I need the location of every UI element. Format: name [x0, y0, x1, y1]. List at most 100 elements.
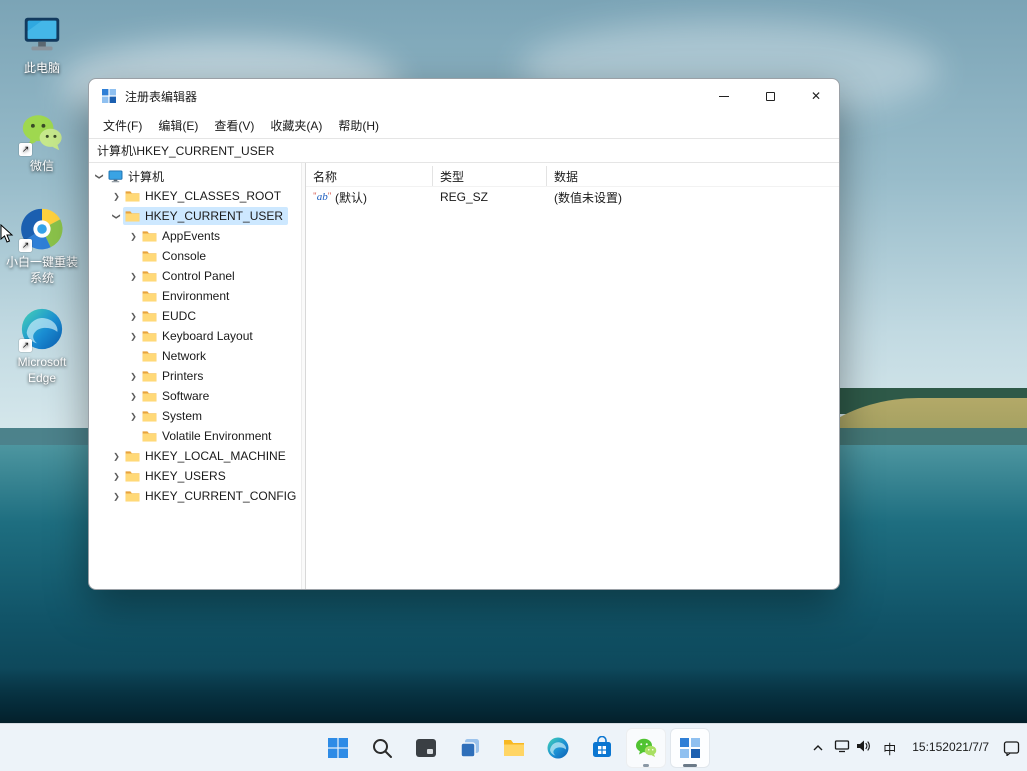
tree-label-group: HKEY_LOCAL_MACHINE: [123, 447, 291, 465]
desktop-icon-this-pc[interactable]: 此电脑: [3, 12, 81, 77]
tray-status-icons[interactable]: [829, 728, 876, 768]
tree-label-group: Printers: [140, 367, 208, 385]
registry-editor-window: 注册表编辑器 ✕ 文件(F)编辑(E)查看(V)收藏夹(A)帮助(H) 计算机\…: [88, 78, 840, 590]
value-name-cell: "ab"(默认): [306, 189, 433, 206]
tree-item-control-panel[interactable]: ❯Control Panel: [89, 266, 301, 286]
tree-label-group: Console: [140, 247, 211, 265]
tree-label-group: Environment: [140, 287, 234, 305]
expander-chevron-icon[interactable]: ❯: [110, 452, 123, 461]
menu-item-2[interactable]: 查看(V): [206, 114, 262, 137]
edge-button[interactable]: [538, 728, 578, 768]
column-header-type[interactable]: 类型: [433, 166, 547, 186]
tree-item-计算机[interactable]: ❯计算机: [89, 166, 301, 186]
desktop-icon-xiaobai[interactable]: ↗ 小白一键重装系统: [3, 206, 81, 286]
mouse-cursor: [0, 224, 14, 249]
shortcut-arrow-icon: ↗: [19, 143, 32, 156]
tree-label-group: Network: [140, 347, 211, 365]
tree-item-hkey_current_user[interactable]: ❯HKEY_CURRENT_USER: [89, 206, 301, 226]
tree-item-volatile-environment[interactable]: Volatile Environment: [89, 426, 301, 446]
notification-center-button[interactable]: [998, 728, 1025, 768]
dark-app-icon[interactable]: [406, 728, 446, 768]
start-button[interactable]: [318, 728, 358, 768]
tree-item-environment[interactable]: Environment: [89, 286, 301, 306]
xiaobai-reinstall-icon: ↗: [19, 206, 65, 252]
expander-chevron-icon[interactable]: ❯: [127, 332, 140, 341]
expander-chevron-icon[interactable]: ❯: [127, 412, 140, 421]
wallpaper-lake-dark: [0, 668, 1027, 723]
menu-item-0[interactable]: 文件(F): [95, 114, 150, 137]
value-row[interactable]: "ab"(默认)REG_SZ(数值未设置): [306, 187, 839, 207]
tree-item-software[interactable]: ❯ Software: [89, 386, 301, 406]
tree-label-group: HKEY_USERS: [123, 467, 231, 485]
desktop-icon-wechat[interactable]: ↗ 微信: [3, 110, 81, 175]
expander-chevron-icon[interactable]: ❯: [110, 192, 123, 201]
expander-chevron-icon[interactable]: ❯: [112, 210, 121, 223]
folder-icon: [142, 229, 158, 243]
tree-item-printers[interactable]: ❯Printers: [89, 366, 301, 386]
expander-chevron-icon[interactable]: ❯: [127, 272, 140, 281]
tree-item-label: Keyboard Layout: [162, 329, 253, 343]
menu-item-1[interactable]: 编辑(E): [150, 114, 206, 137]
expander-chevron-icon[interactable]: ❯: [95, 170, 104, 183]
ime-indicator[interactable]: 中: [876, 728, 903, 768]
tree-item-eudc[interactable]: ❯EUDC: [89, 306, 301, 326]
title-bar[interactable]: 注册表编辑器 ✕: [89, 79, 839, 113]
tree-label-group: Keyboard Layout: [140, 327, 258, 345]
expander-chevron-icon[interactable]: ❯: [127, 312, 140, 321]
tree-item-hkey_current_config[interactable]: ❯ HKEY_CURRENT_CONFIG: [89, 486, 301, 506]
search-button[interactable]: [362, 728, 402, 768]
folder-icon: [125, 189, 141, 203]
expander-chevron-icon[interactable]: ❯: [110, 492, 123, 501]
tree-item-label: Network: [162, 349, 206, 363]
tree-item-hkey_local_machine[interactable]: ❯ HKEY_LOCAL_MACHINE: [89, 446, 301, 466]
tree-item-system[interactable]: ❯System: [89, 406, 301, 426]
tree-item-appevents[interactable]: ❯ AppEvents: [89, 226, 301, 246]
tree-item-console[interactable]: Console: [89, 246, 301, 266]
wechat-taskbar-button[interactable]: [626, 728, 666, 768]
file-explorer-button[interactable]: [494, 728, 534, 768]
registry-body: ❯计算机❯HKEY_CLASSES_ROOT❯HKEY_CURRENT_USER…: [89, 163, 839, 589]
desktop-icon-label: 小白一键重装系统: [3, 255, 81, 286]
expander-chevron-icon[interactable]: ❯: [127, 392, 140, 401]
close-button[interactable]: ✕: [793, 79, 839, 113]
tree-item-hkey_classes_root[interactable]: ❯HKEY_CLASSES_ROOT: [89, 186, 301, 206]
tree-label-group: Volatile Environment: [140, 427, 276, 445]
tree-label-group: Control Panel: [140, 267, 240, 285]
folder-icon: [142, 409, 158, 423]
folder-icon: [142, 369, 158, 383]
folder-icon: [142, 249, 158, 263]
tree-item-label: AppEvents: [162, 229, 220, 243]
tray-chevron-up-icon[interactable]: [807, 728, 829, 768]
menu-item-3[interactable]: 收藏夹(A): [262, 114, 330, 137]
address-bar-input[interactable]: 计算机\HKEY_CURRENT_USER: [89, 138, 839, 163]
tree-item-label: Software: [162, 389, 209, 403]
tray-clock[interactable]: 15:15 2021/7/7: [903, 728, 998, 768]
registry-app-icon: [101, 88, 117, 104]
tree-item-label: HKEY_USERS: [145, 469, 226, 483]
tree-item-hkey_users[interactable]: ❯ HKEY_USERS: [89, 466, 301, 486]
tree-item-label: HKEY_LOCAL_MACHINE: [145, 449, 286, 463]
wechat-icon: ↗: [19, 110, 65, 156]
folder-icon: [142, 389, 158, 403]
tree-label-group: AppEvents: [140, 227, 225, 245]
tree-item-label: HKEY_CURRENT_CONFIG: [145, 489, 296, 503]
desktop-icon-label: 此电脑: [3, 61, 81, 77]
expander-chevron-icon[interactable]: ❯: [110, 472, 123, 481]
folder-icon: [142, 329, 158, 343]
desktop-icon-edge[interactable]: ↗ Microsoft Edge: [3, 306, 81, 386]
minimize-button[interactable]: [701, 79, 747, 113]
tree-item-network[interactable]: Network: [89, 346, 301, 366]
maximize-button[interactable]: [747, 79, 793, 113]
folder-icon: [142, 349, 158, 363]
folder-icon: [125, 449, 141, 463]
task-view-button[interactable]: [450, 728, 490, 768]
microsoft-store-button[interactable]: [582, 728, 622, 768]
registry-editor-taskbar-button[interactable]: [670, 728, 710, 768]
column-header-name[interactable]: 名称: [306, 166, 433, 186]
menu-item-4[interactable]: 帮助(H): [330, 114, 387, 137]
expander-chevron-icon[interactable]: ❯: [127, 232, 140, 241]
column-header-data[interactable]: 数据: [547, 166, 839, 186]
expander-chevron-icon[interactable]: ❯: [127, 372, 140, 381]
system-tray: 中 15:15 2021/7/7: [807, 724, 1025, 771]
tree-item-keyboard-layout[interactable]: ❯ Keyboard Layout: [89, 326, 301, 346]
